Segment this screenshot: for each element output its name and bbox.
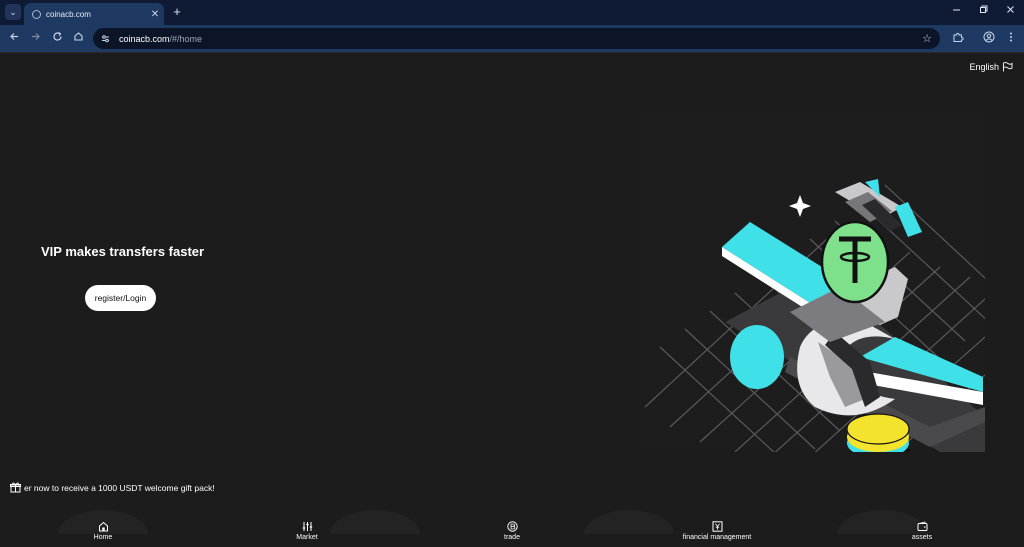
new-tab-button[interactable]: +: [170, 4, 184, 20]
nav-item-trade[interactable]: trade: [452, 521, 572, 541]
page-content: English VIP makes transfers faster regis…: [0, 52, 1024, 547]
nav-item-market[interactable]: Market: [247, 521, 367, 541]
forward-arrow-icon[interactable]: [28, 31, 42, 45]
home-browser-icon[interactable]: [71, 31, 85, 45]
reload-icon[interactable]: [50, 31, 64, 45]
site-info-icon[interactable]: [99, 33, 111, 45]
nav-item-home[interactable]: Home: [43, 521, 163, 541]
profile-avatar-icon[interactable]: [982, 31, 996, 46]
close-window-icon[interactable]: [1002, 5, 1018, 17]
home-icon: [98, 521, 108, 532]
url-path: /#/home: [169, 33, 203, 44]
url-text: coinacb.com/#/home: [119, 34, 202, 44]
browser-tab-bar: ⌄ coinacb.com ✕ +: [0, 0, 1024, 25]
tab-title: coinacb.com: [46, 9, 91, 19]
promo-marquee: er now to receive a 1000 USDT welcome gi…: [10, 482, 230, 493]
bottom-navigation: Home Market trade financial management a…: [0, 510, 1024, 547]
extensions-puzzle-icon[interactable]: [951, 31, 965, 46]
nav-item-assets[interactable]: assets: [862, 521, 982, 541]
language-selector[interactable]: English: [969, 62, 1013, 72]
language-label: English: [969, 62, 999, 72]
nav-label-financial-management: financial management: [682, 534, 752, 541]
globe-icon: [32, 9, 41, 19]
nav-item-financial-management[interactable]: financial management: [657, 521, 777, 541]
gift-icon: [10, 482, 21, 493]
minimize-icon[interactable]: [948, 5, 964, 17]
wallet-icon: [917, 521, 927, 531]
url-host: coinacb.com: [119, 33, 170, 44]
page-header: [0, 52, 1024, 82]
nav-label-market: Market: [296, 534, 318, 541]
back-arrow-icon[interactable]: [7, 31, 21, 45]
nav-label-home: Home: [93, 534, 113, 541]
browser-toolbar: coinacb.com/#/home ☆: [0, 25, 1024, 52]
bookmark-star-icon[interactable]: ☆: [922, 32, 932, 45]
address-bar[interactable]: coinacb.com/#/home ☆: [93, 28, 940, 49]
register-login-button[interactable]: register/Login: [85, 285, 156, 311]
close-tab-icon[interactable]: ✕: [146, 9, 164, 20]
crypto-illustration: [640, 107, 985, 452]
market-sliders-icon: [302, 522, 312, 531]
nav-label-trade: trade: [504, 534, 520, 541]
restore-icon[interactable]: [975, 5, 991, 17]
cyan-disc: [730, 325, 784, 389]
yen-icon: [712, 521, 722, 532]
nav-label-assets: assets: [911, 534, 933, 541]
bitcoin-icon: [506, 521, 518, 532]
chevron-down-icon: ⌄: [9, 6, 17, 17]
promo-text: er now to receive a 1000 USDT welcome gi…: [24, 482, 215, 493]
browser-menu-icon[interactable]: [1004, 31, 1018, 46]
hero-title: VIP makes transfers faster: [41, 244, 205, 259]
tab-search-button[interactable]: ⌄: [5, 4, 21, 20]
flag-icon: [1003, 62, 1013, 72]
browser-tab-active[interactable]: coinacb.com ✕: [24, 3, 164, 25]
